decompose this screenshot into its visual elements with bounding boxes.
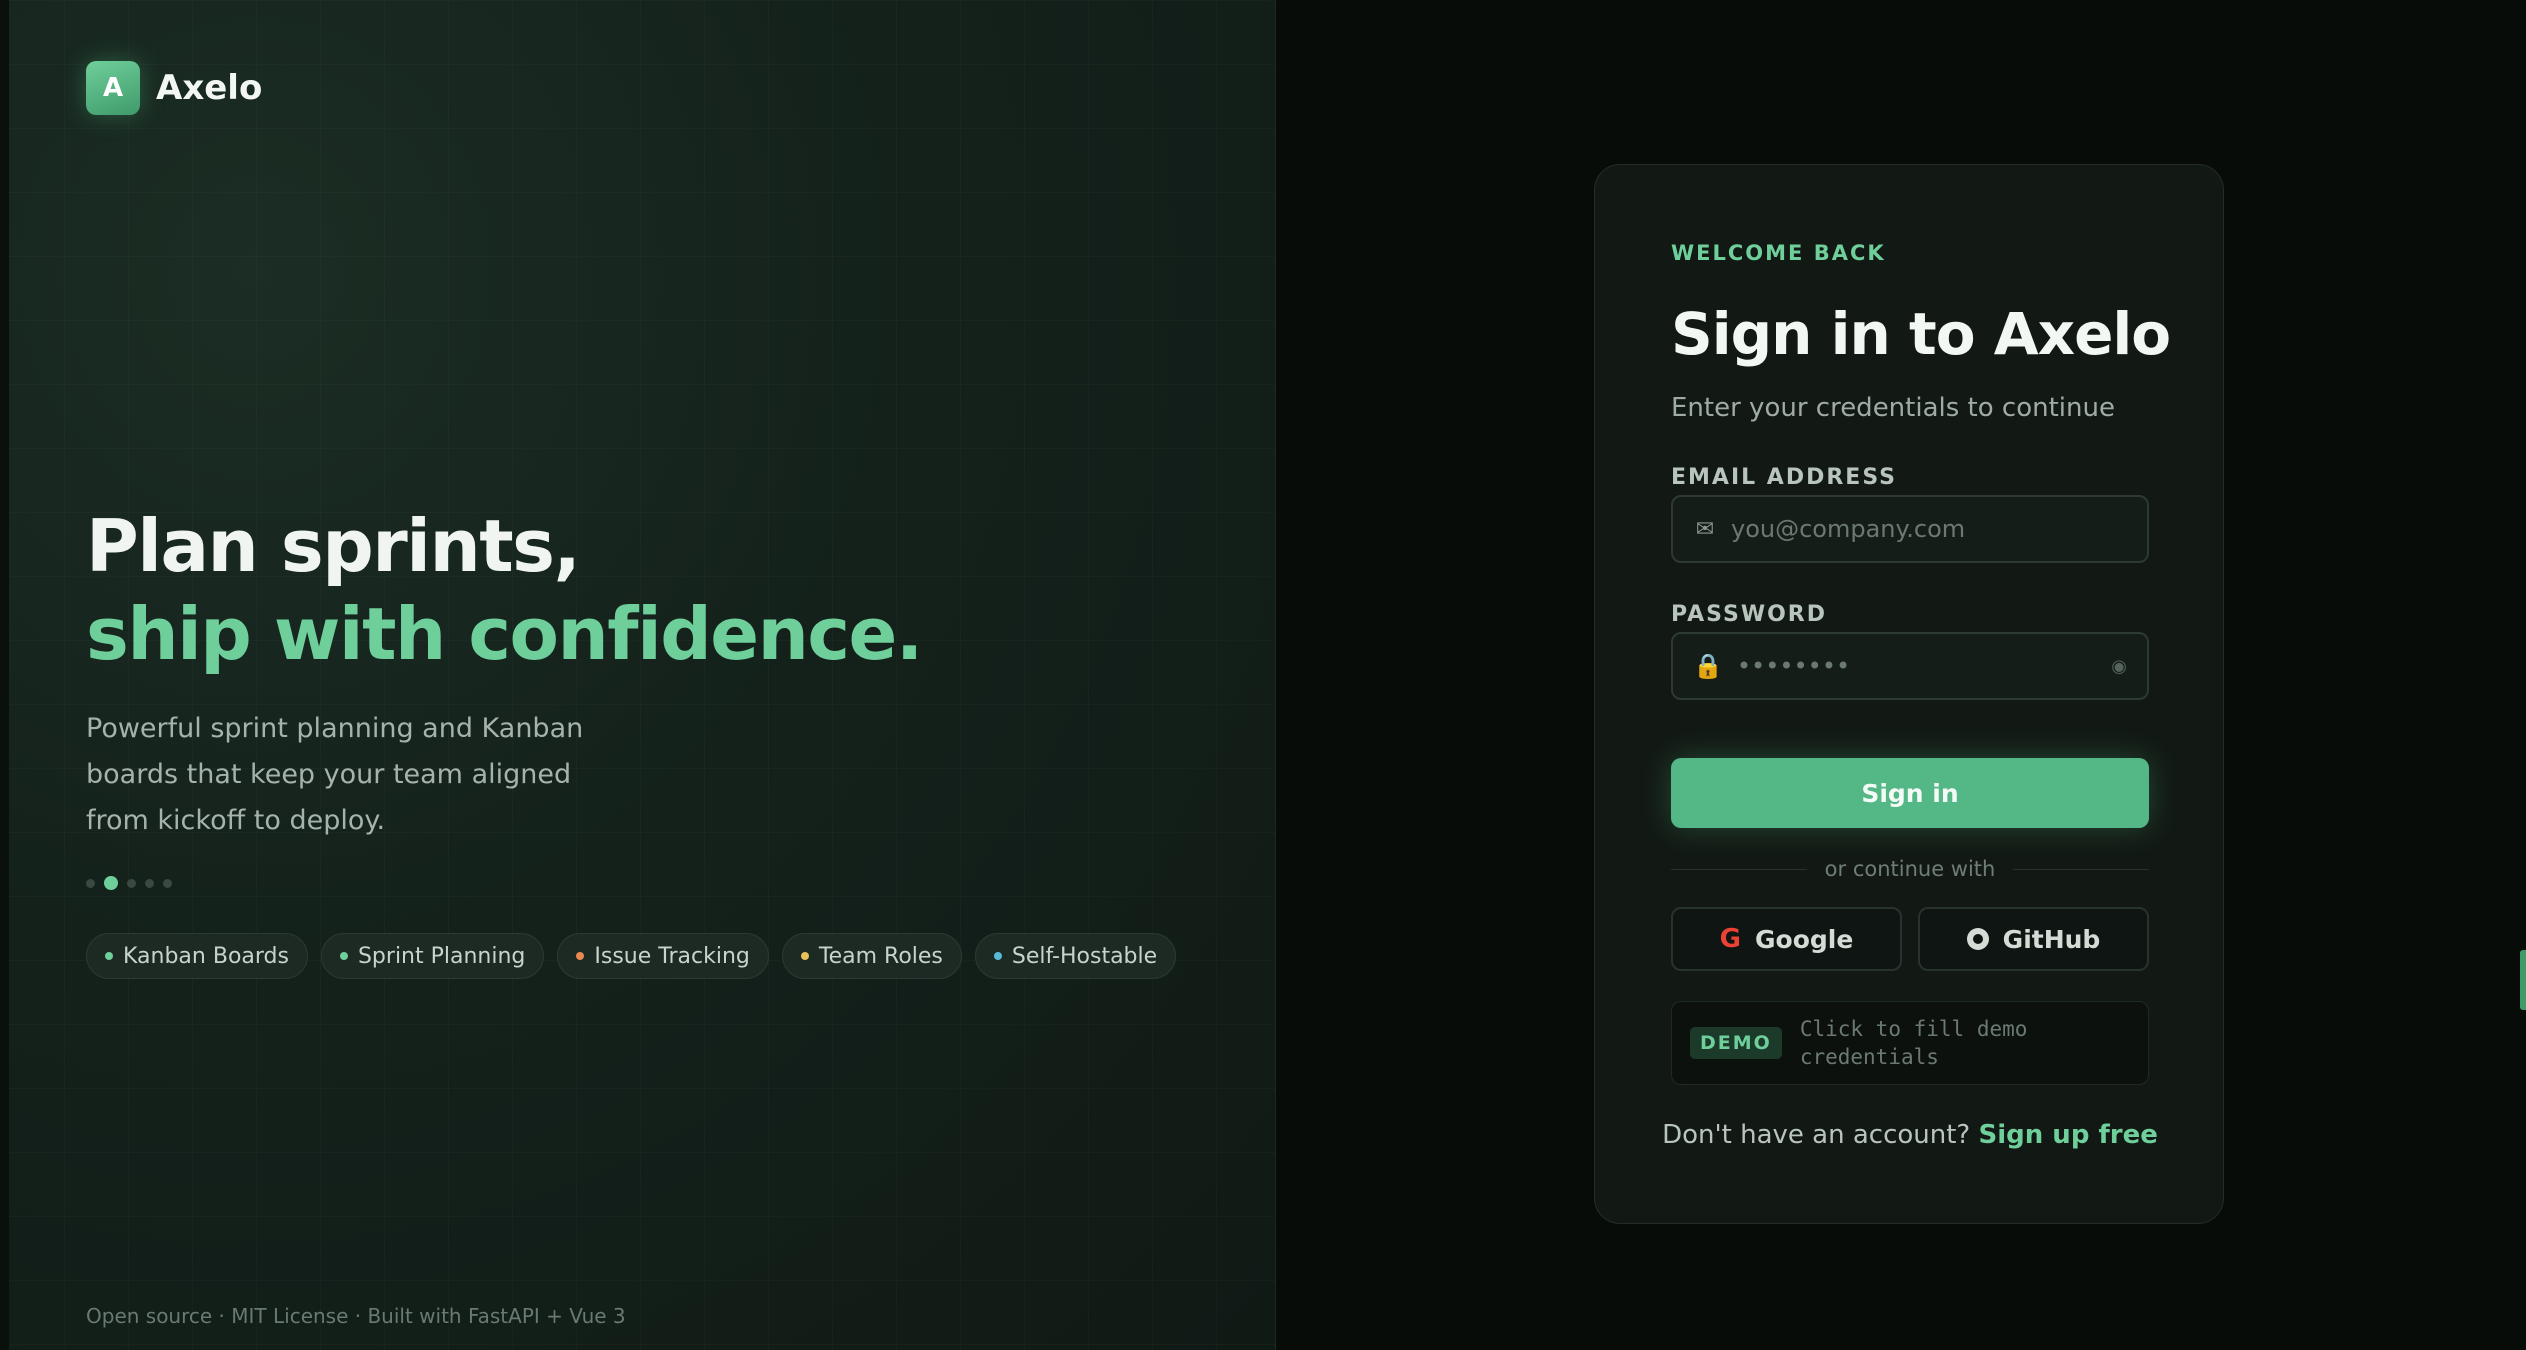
feature-chip: Kanban Boards: [86, 933, 308, 979]
hero-content: Plan sprints, ship with confidence. Powe…: [86, 502, 1186, 844]
lock-icon: 🔒: [1693, 652, 1723, 680]
carousel-dot[interactable]: [127, 878, 136, 888]
hero-panel: A Axelo Plan sprints, ship with confiden…: [0, 0, 1276, 1350]
carousel-dot[interactable]: [104, 876, 118, 890]
chip-label: Issue Tracking: [594, 943, 750, 969]
chip-dot: [339, 952, 348, 960]
google-label: Google: [1755, 924, 1854, 954]
brand-logo[interactable]: A Axelo: [86, 61, 262, 115]
demo-badge: DEMO: [1690, 1027, 1782, 1059]
chip-label: Kanban Boards: [123, 943, 289, 969]
signup-row: Don't have an account? Sign up free: [1595, 1120, 2225, 1150]
divider-text: or continue with: [1824, 857, 1996, 881]
chip-dot: [993, 952, 1002, 960]
hero-headline-2: ship with confidence.: [86, 592, 923, 676]
password-input[interactable]: [1736, 652, 2098, 680]
login-subtitle: Enter your credentials to continue: [1671, 393, 2115, 423]
carousel-dot[interactable]: [145, 878, 154, 888]
side-tab[interactable]: [2520, 950, 2526, 1010]
footer-text: Open source · MIT License · Built with F…: [86, 1304, 626, 1328]
email-label: EMAIL ADDRESS: [1671, 465, 1898, 490]
carousel-dot[interactable]: [163, 878, 172, 888]
chip-label: Team Roles: [818, 943, 943, 969]
feature-chips: Kanban Boards Sprint Planning Issue Tracki…: [86, 933, 1177, 979]
feature-chip: Team Roles: [781, 933, 962, 979]
divider-line-right: [2013, 868, 2150, 870]
chip-dot: [800, 952, 809, 960]
feature-chip: Issue Tracking: [557, 933, 769, 979]
email-input[interactable]: [1731, 515, 2127, 543]
feature-chip: Self-Hostable: [974, 933, 1177, 979]
email-field[interactable]: ✉: [1671, 495, 2149, 563]
sign-in-button[interactable]: Sign in: [1671, 758, 2149, 828]
password-label: PASSWORD: [1671, 602, 1828, 627]
mail-icon: ✉: [1695, 516, 1715, 542]
hero-headline-1: Plan sprints,: [86, 504, 581, 588]
chip-label: Sprint Planning: [357, 943, 526, 969]
panel-edge: [0, 0, 9, 1350]
login-title: Sign in to Axelo: [1671, 300, 2171, 368]
eye-icon[interactable]: ◉: [2111, 656, 2127, 677]
demo-credentials-button[interactable]: DEMO Click to fill demo credentials: [1671, 1001, 2149, 1085]
carousel-dots: [86, 876, 172, 890]
divider-line-left: [1671, 868, 1807, 870]
carousel-dot[interactable]: [86, 878, 95, 888]
github-icon: [1966, 928, 1989, 950]
chip-dot: [576, 952, 585, 960]
brand-name: Axelo: [156, 68, 263, 108]
logo-mark: A: [86, 61, 140, 115]
signup-prompt: Don't have an account?: [1662, 1120, 1971, 1150]
welcome-eyebrow: WELCOME BACK: [1671, 241, 1886, 265]
google-button[interactable]: G Google: [1671, 907, 1902, 971]
github-label: GitHub: [2002, 924, 2101, 954]
signup-link[interactable]: Sign up free: [1979, 1120, 2158, 1150]
oauth-divider: or continue with: [1671, 857, 2150, 881]
github-button[interactable]: GitHub: [1918, 907, 2149, 971]
login-card: WELCOME BACK Sign in to Axelo Enter your…: [1594, 164, 2224, 1224]
chip-label: Self-Hostable: [1011, 943, 1158, 969]
google-icon: G: [1719, 924, 1742, 954]
chip-dot: [105, 952, 113, 960]
feature-chip: Sprint Planning: [320, 933, 545, 979]
password-field[interactable]: 🔒 ◉: [1671, 632, 2149, 700]
hero-description: Powerful sprint planning and Kanban boar…: [86, 713, 584, 836]
demo-text: Click to fill demo credentials: [1799, 1017, 2028, 1069]
